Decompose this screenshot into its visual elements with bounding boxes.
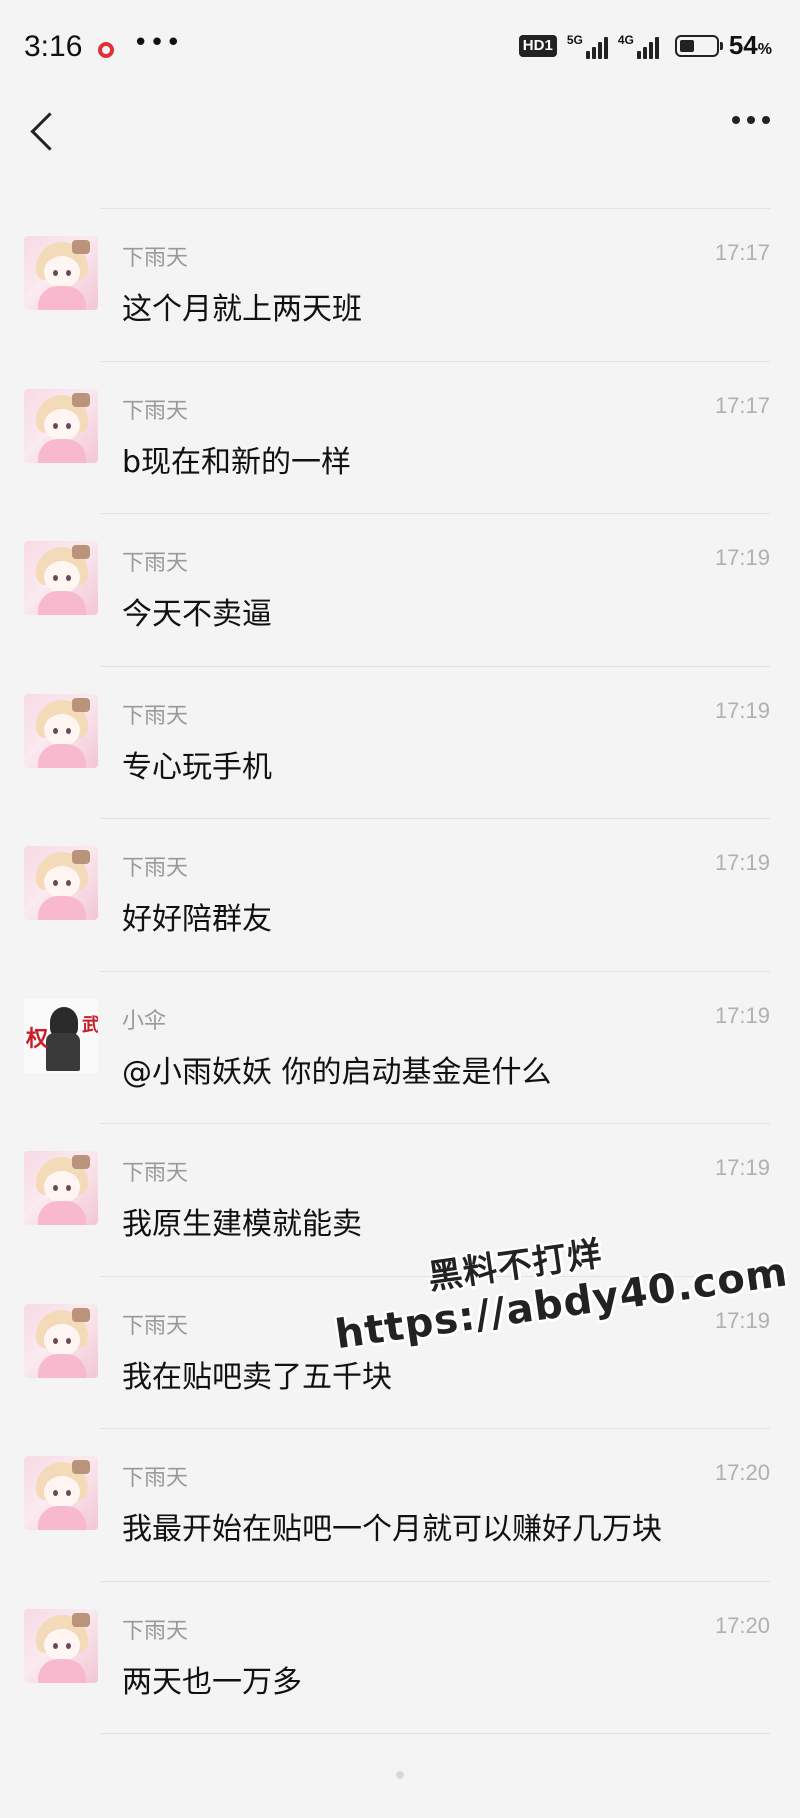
nav-bar (0, 100, 800, 180)
signal-4g-icon: 4G (618, 33, 659, 59)
message-time: 17:20 (714, 1460, 770, 1485)
message-text: @小雨妖妖 你的启动基金是什么 (122, 1054, 552, 1090)
sender-name: 下雨天 (122, 1618, 189, 1644)
message-text: 我原生建模就能卖 (122, 1207, 362, 1242)
sender-name: 下雨天 (122, 551, 189, 576)
avatar[interactable] (24, 693, 98, 768)
message-item[interactable]: 下雨天 17:20 两天也一万多 (0, 1581, 800, 1733)
message-text: 这个月就上两天班 (122, 292, 362, 327)
hd-badge: HD1 (518, 34, 557, 57)
message-item[interactable]: 权武小伞 17:19 @小雨妖妖 你的启动基金是什么 (0, 971, 800, 1123)
sender-name: 下雨天 (122, 1161, 189, 1186)
notification-dot-icon (98, 42, 114, 58)
scroll-indicator (396, 1771, 404, 1779)
message-divider (100, 1733, 770, 1734)
message-text: 我最开始在贴吧一个月就可以赚好几万块 (122, 1512, 662, 1547)
sender-name: 小伞 (122, 1008, 167, 1034)
avatar[interactable] (24, 236, 98, 310)
sender-name: 下雨天 (122, 398, 189, 424)
signal-5g-icon: 5G (567, 33, 608, 59)
avatar[interactable] (24, 1303, 98, 1378)
message-item[interactable]: 下雨天 17:17 这个月就上两天班 (0, 208, 800, 360)
sender-name: 下雨天 (122, 856, 189, 881)
message-time: 17:19 (714, 697, 770, 723)
avatar[interactable] (24, 1151, 98, 1225)
message-time: 17:17 (714, 392, 770, 418)
message-text: 我在贴吧卖了五千块 (122, 1359, 392, 1395)
status-time: 3:16 (24, 30, 83, 63)
chevron-left-icon[interactable] (30, 112, 69, 151)
message-item[interactable]: 下雨天 17:19 今天不卖逼 (0, 513, 800, 665)
message-time: 17:20 (714, 1612, 770, 1638)
message-time: 17:19 (714, 1155, 770, 1180)
sender-name: 下雨天 (122, 246, 189, 271)
avatar[interactable] (24, 846, 98, 920)
message-text: b现在和新的一样 (122, 444, 352, 480)
status-more-icon: ••• (133, 28, 183, 58)
avatar[interactable] (24, 1608, 98, 1683)
message-text: 专心玩手机 (122, 749, 272, 785)
sender-name: 下雨天 (122, 1466, 189, 1491)
avatar[interactable] (24, 1456, 98, 1530)
message-item[interactable]: 下雨天 17:19 专心玩手机 (0, 666, 800, 818)
message-item[interactable]: 下雨天 17:19 好好陪群友 (0, 818, 800, 970)
status-indicators: HD1 5G 4G 54% (518, 30, 772, 61)
message-time: 17:19 (714, 1307, 770, 1333)
sender-name: 下雨天 (122, 1313, 189, 1339)
message-time: 17:17 (714, 240, 770, 265)
more-dots-icon[interactable] (732, 116, 770, 124)
message-text: 今天不卖逼 (122, 597, 272, 632)
message-text: 两天也一万多 (122, 1664, 302, 1700)
sender-name: 下雨天 (122, 703, 189, 729)
battery-icon (674, 34, 723, 57)
net-4g-label: 4G (617, 32, 634, 47)
battery-percent: 54% (728, 30, 772, 60)
message-time: 17:19 (714, 1002, 770, 1028)
avatar[interactable]: 权武 (24, 998, 98, 1073)
message-item[interactable]: 下雨天 17:19 我在贴吧卖了五千块 (0, 1276, 800, 1428)
status-bar: 3:16 ••• HD1 5G 4G 54% (0, 0, 800, 100)
message-item[interactable]: 下雨天 17:19 我原生建模就能卖 (0, 1123, 800, 1275)
message-text: 好好陪群友 (122, 902, 272, 937)
avatar[interactable] (24, 388, 98, 463)
message-item[interactable]: 下雨天 17:17 b现在和新的一样 (0, 361, 800, 513)
net-5g-label: 5G (566, 32, 583, 47)
message-time: 17:19 (714, 850, 770, 875)
battery-level (679, 39, 695, 52)
message-item[interactable]: 下雨天 17:20 我最开始在贴吧一个月就可以赚好几万块 (0, 1428, 800, 1580)
avatar[interactable] (24, 541, 98, 615)
message-time: 17:19 (714, 545, 770, 570)
